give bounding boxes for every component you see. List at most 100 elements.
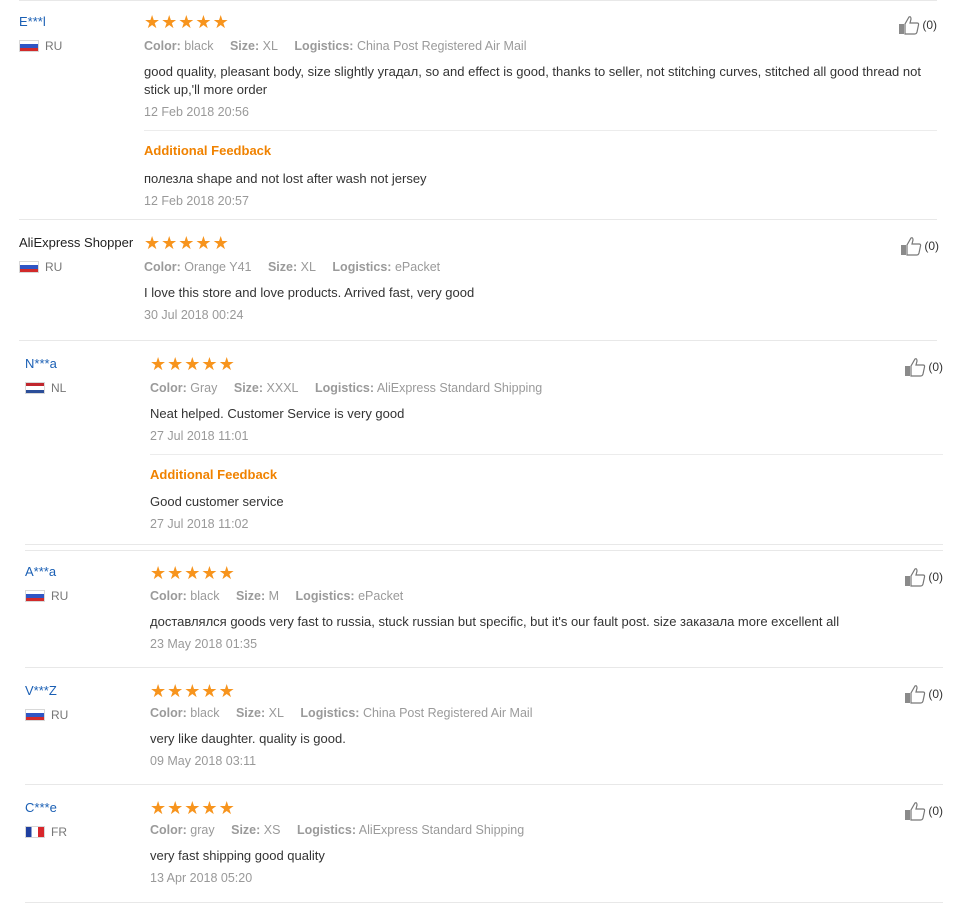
product-attributes: Color: black Size: XL Logistics: China P… bbox=[144, 39, 539, 53]
star-icon: ★ bbox=[218, 798, 235, 819]
size-value: XL bbox=[300, 260, 316, 274]
review-date: 30 Jul 2018 00:24 bbox=[144, 308, 244, 322]
helpful-count: (0) bbox=[928, 570, 943, 584]
star-icon: ★ bbox=[212, 233, 229, 254]
additional-feedback-date: 12 Feb 2018 20:57 bbox=[144, 194, 249, 208]
divider bbox=[19, 219, 937, 220]
thumbs-up-icon bbox=[905, 568, 926, 587]
color-label: Color: bbox=[150, 706, 187, 720]
helpful-button[interactable]: (0) bbox=[900, 236, 939, 256]
star-icon: ★ bbox=[161, 233, 178, 254]
reviewer-info: V***Z RU bbox=[25, 683, 150, 722]
review-text: Neat helped. Customer Service is very go… bbox=[150, 406, 405, 421]
logistics-value: AliExpress Standard Shipping bbox=[376, 381, 543, 395]
review-text: доставлялся goods very fast to russia, s… bbox=[150, 614, 840, 629]
logistics-label: Logistics: bbox=[294, 39, 354, 53]
helpful-button[interactable]: (0) bbox=[898, 15, 937, 35]
reviewer-info: A***a RU bbox=[25, 564, 150, 603]
divider bbox=[19, 340, 937, 341]
reviewer-info: N***a NL bbox=[25, 356, 150, 395]
additional-feedback-text: Good customer service bbox=[150, 494, 284, 509]
color-value: gray bbox=[190, 823, 215, 837]
review-date: 23 May 2018 01:35 bbox=[150, 637, 258, 651]
review-date: 09 May 2018 03:11 bbox=[150, 754, 257, 768]
additional-feedback-title: Additional Feedback bbox=[150, 467, 278, 482]
size-value: XL bbox=[268, 706, 284, 720]
review-item: AliExpress Shopper RU ★ ★ ★ ★ ★ (0) Colo… bbox=[19, 221, 939, 341]
reviewer-info: C***e FR bbox=[25, 800, 150, 839]
helpful-count: (0) bbox=[928, 687, 943, 701]
country-code: RU bbox=[51, 589, 69, 603]
product-attributes: Color: gray Size: XS Logistics: AliExpre… bbox=[150, 823, 537, 837]
size-value: XL bbox=[262, 39, 278, 53]
reviewer-name[interactable]: AliExpress Shopper bbox=[19, 235, 144, 251]
thumbs-up-icon bbox=[905, 802, 926, 821]
review-item: N***a NL ★ ★ ★ ★ ★ (0) Color: Gray Size:… bbox=[25, 342, 943, 545]
review-item: C***e FR ★ ★ ★ ★ ★ (0) Color: gray Size:… bbox=[25, 786, 943, 903]
divider bbox=[25, 784, 943, 785]
helpful-count: (0) bbox=[924, 239, 939, 253]
star-icon: ★ bbox=[144, 233, 161, 254]
flag-nl-icon bbox=[25, 382, 45, 394]
size-label: Size: bbox=[235, 706, 266, 720]
reviewer-name[interactable]: C***e bbox=[25, 800, 150, 816]
review-item: E***l RU ★ ★ ★ ★ ★ (0) Color: black Size… bbox=[19, 0, 937, 220]
helpful-button[interactable]: (0) bbox=[904, 567, 943, 587]
star-icon: ★ bbox=[195, 233, 212, 254]
country-code: RU bbox=[45, 39, 63, 53]
logistics-label: Logistics: bbox=[295, 589, 355, 603]
flag-ru-icon bbox=[25, 709, 45, 721]
star-rating: ★ ★ ★ ★ ★ bbox=[150, 800, 235, 818]
size-label: Size: bbox=[231, 823, 261, 837]
color-label: Color: bbox=[144, 39, 181, 53]
color-label: Color: bbox=[150, 381, 187, 395]
reviewer-name[interactable]: E***l bbox=[19, 14, 144, 30]
reviewer-country: RU bbox=[19, 39, 144, 53]
product-attributes: Color: Orange Y41 Size: XL Logistics: eP… bbox=[144, 260, 453, 274]
review-item: A***a RU ★ ★ ★ ★ ★ (0) Color: black Size… bbox=[25, 550, 943, 668]
color-label: Color: bbox=[144, 260, 181, 274]
helpful-button[interactable]: (0) bbox=[904, 801, 943, 821]
star-icon: ★ bbox=[178, 12, 195, 33]
divider bbox=[25, 667, 943, 668]
reviewer-info: AliExpress Shopper RU bbox=[19, 235, 144, 274]
reviewer-name[interactable]: A***a bbox=[25, 564, 150, 580]
additional-feedback-title: Additional Feedback bbox=[144, 143, 272, 158]
star-rating: ★ ★ ★ ★ ★ bbox=[150, 356, 235, 374]
review-date: 27 Jul 2018 11:01 bbox=[150, 429, 249, 443]
color-label: Color: bbox=[150, 589, 187, 603]
helpful-button[interactable]: (0) bbox=[904, 357, 943, 377]
divider bbox=[19, 0, 937, 1]
star-icon: ★ bbox=[184, 798, 201, 819]
star-rating: ★ ★ ★ ★ ★ bbox=[150, 565, 235, 583]
logistics-label: Logistics: bbox=[296, 823, 356, 837]
review-text: I love this store and love products. Arr… bbox=[144, 285, 475, 300]
review-text: good quality, pleasant body, size slight… bbox=[144, 64, 921, 97]
flag-fr-icon bbox=[25, 826, 45, 838]
star-icon: ★ bbox=[184, 681, 201, 702]
color-label: Color: bbox=[150, 823, 187, 837]
star-icon: ★ bbox=[201, 354, 218, 375]
star-icon: ★ bbox=[150, 681, 167, 702]
size-value: XS bbox=[263, 823, 281, 837]
color-value: black bbox=[184, 39, 214, 53]
size-value: M bbox=[268, 589, 280, 603]
review-item: V***Z RU ★ ★ ★ ★ ★ (0) Color: black Size… bbox=[25, 669, 943, 785]
star-rating: ★ ★ ★ ★ ★ bbox=[144, 235, 229, 253]
logistics-label: Logistics: bbox=[332, 260, 392, 274]
size-label: Size: bbox=[235, 589, 266, 603]
star-icon: ★ bbox=[167, 798, 184, 819]
product-attributes: Color: black Size: M Logistics: ePacket bbox=[150, 589, 416, 603]
size-label: Size: bbox=[229, 39, 260, 53]
helpful-button[interactable]: (0) bbox=[904, 684, 943, 704]
reviewer-name[interactable]: V***Z bbox=[25, 683, 150, 699]
logistics-value: AliExpress Standard Shipping bbox=[358, 823, 525, 837]
thumbs-up-icon bbox=[901, 237, 922, 256]
logistics-label: Logistics: bbox=[315, 381, 375, 395]
reviewer-name[interactable]: N***a bbox=[25, 356, 150, 372]
review-date: 13 Apr 2018 05:20 bbox=[150, 871, 253, 885]
star-icon: ★ bbox=[150, 354, 167, 375]
star-icon: ★ bbox=[218, 354, 235, 375]
reviewer-info: E***l RU bbox=[19, 14, 144, 53]
size-value: XXXL bbox=[266, 381, 299, 395]
